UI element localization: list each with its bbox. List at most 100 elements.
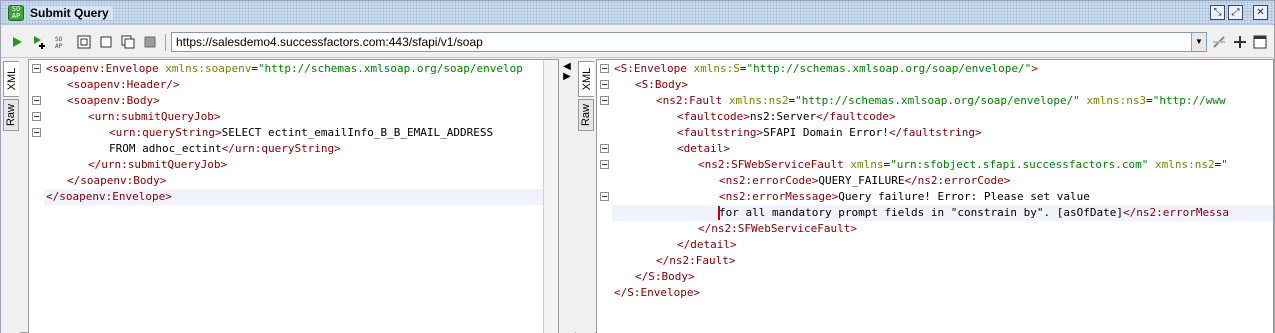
endpoint-url-input[interactable]: https://salesdemo4.successfactors.com:44… xyxy=(171,32,1207,52)
code-token: <S:Envelope xyxy=(614,62,694,75)
code-token: </urn:queryString> xyxy=(221,142,341,155)
code-line: <ns2:errorCode>QUERY_FAILURE</ns2:errorC… xyxy=(612,173,1273,189)
url-dropdown-icon[interactable]: ▼ xyxy=(1191,33,1206,51)
code-line: </urn:submitQueryJob> xyxy=(44,157,558,173)
maximize-icon[interactable] xyxy=(1253,35,1267,49)
code-token: SELECT ectint_emailInfo_B_B_EMAIL_ADDRES… xyxy=(221,126,494,139)
wsdl-icon[interactable]: SO AP xyxy=(55,35,69,49)
toolbar-separator xyxy=(165,34,166,51)
request-side-tabs: XML Raw xyxy=(1,59,20,333)
code-line: <ns2:errorMessage>Query failure! Error: … xyxy=(612,189,1273,205)
window-title: Submit Query xyxy=(30,6,113,20)
code-line: <S:Body> xyxy=(612,77,1273,93)
code-line: </detail> xyxy=(612,237,1273,253)
run-icon[interactable] xyxy=(10,35,24,49)
code-line: FROM adhoc_ectint</urn:queryString> xyxy=(44,141,558,157)
code-token: Query failure! Error: Please set value xyxy=(838,190,1090,203)
code-token: </S:Envelope> xyxy=(614,286,701,299)
code-line: </ns2:Fault> xyxy=(612,253,1273,269)
code-token: <ns2:Fault xyxy=(656,94,729,107)
code-line: for all mandatory prompt fields in "cons… xyxy=(612,205,1273,221)
fold-toggle-icon[interactable] xyxy=(600,96,609,105)
cancel-icon[interactable] xyxy=(143,35,157,49)
code-token: <urn:submitQueryJob> xyxy=(88,110,221,123)
tab-request-xml[interactable]: XML xyxy=(3,61,19,97)
code-token: xmlns xyxy=(850,158,884,171)
code-token: <faultcode> xyxy=(677,110,750,123)
tab-request-raw[interactable]: Raw xyxy=(3,99,19,131)
endpoint-settings-icon[interactable] xyxy=(1212,35,1226,49)
code-token: <ns2:errorCode> xyxy=(719,174,819,187)
code-token: </S:Body> xyxy=(635,270,695,283)
code-token: xmlns:ns2 xyxy=(1154,158,1215,171)
code-line: </soapenv:Body> xyxy=(44,173,558,189)
tab-response-raw[interactable]: Raw xyxy=(578,99,594,131)
tab-label: XML xyxy=(5,67,18,91)
detach-icon[interactable]: ⤢ xyxy=(1228,5,1243,20)
fold-toggle-icon[interactable] xyxy=(32,112,41,121)
code-line: <ns2:Fault xmlns:ns2 = "http://schemas.xml… xyxy=(612,93,1273,109)
code-line: </S:Body> xyxy=(612,269,1273,285)
code-token: xmlns:S xyxy=(693,62,740,75)
code-line: <S:Envelope xmlns:S="http://schemas.xmls… xyxy=(612,61,1273,77)
code-token: <S:Body> xyxy=(635,78,688,91)
editor-splitter[interactable]: ◀ ▶ xyxy=(559,59,575,333)
clone-icon[interactable] xyxy=(121,35,135,49)
svg-text:SO: SO xyxy=(55,36,63,43)
text-caret xyxy=(718,206,720,220)
code-token: "http://www xyxy=(1152,94,1226,107)
soap-app-icon: SO AP xyxy=(8,5,24,21)
code-token: "http://schemas.xmlsoap.org/soap/envelop… xyxy=(746,62,1032,75)
fold-toggle-icon[interactable] xyxy=(600,160,609,169)
fold-toggle-icon[interactable] xyxy=(32,96,41,105)
response-xml-editor[interactable]: <S:Envelope xmlns:S = "http://schemas.xmls… xyxy=(596,59,1274,333)
code-token: > xyxy=(1031,62,1038,75)
request-vertical-scrollbar[interactable] xyxy=(543,60,558,333)
request-settings-icon[interactable] xyxy=(77,35,91,49)
tab-response-xml[interactable]: XML xyxy=(578,61,594,97)
restore-icon[interactable]: ⤡ xyxy=(1210,5,1225,20)
add-endpoint-icon[interactable] xyxy=(1233,35,1247,49)
code-token: </soapenv:Envelope> xyxy=(46,190,172,203)
code-token: </faultstring> xyxy=(888,126,982,139)
tab-label: Raw xyxy=(5,103,17,127)
code-token: FROM adhoc_ectint xyxy=(109,142,222,155)
code-line: <soapenv:Header/> xyxy=(44,77,558,93)
stop-icon[interactable] xyxy=(99,35,113,49)
fold-toggle-icon[interactable] xyxy=(32,64,41,73)
code-token: </ns2:errorMessa xyxy=(1122,206,1229,219)
request-xml-editor[interactable]: <soapenv:Envelope xmlns:soapenv="http://… xyxy=(28,59,559,333)
svg-text:AP: AP xyxy=(55,43,63,49)
close-icon[interactable]: ✕ xyxy=(1253,5,1268,20)
code-token: = xyxy=(1146,94,1153,107)
code-token: </ns2:Fault> xyxy=(656,254,736,267)
code-token: </faultcode> xyxy=(816,110,896,123)
fold-gutter xyxy=(597,60,611,333)
code-token: </ns2:SFWebServiceFault> xyxy=(698,222,857,235)
code-token: "urn:sfobject.sfapi.successfactors.com" xyxy=(890,158,1149,171)
code-token: <faultstring> xyxy=(677,126,764,139)
fold-toggle-icon[interactable] xyxy=(32,128,41,137)
code-line: <ns2:SFWebServiceFault xmlns="urn:sfobje… xyxy=(612,157,1273,173)
tab-label: XML xyxy=(580,67,593,91)
fold-toggle-icon[interactable] xyxy=(600,80,609,89)
code-token: <ns2:SFWebServiceFault xyxy=(698,158,851,171)
code-token: </urn:submitQueryJob> xyxy=(88,158,228,171)
code-line: </ns2:SFWebServiceFault> xyxy=(612,221,1273,237)
fold-toggle-icon[interactable] xyxy=(600,64,609,73)
code-token: = xyxy=(251,62,258,75)
add-step-icon[interactable] xyxy=(33,35,47,49)
code-line: </S:Envelope> xyxy=(612,285,1273,301)
code-token: xmlns:ns2 xyxy=(728,94,789,107)
code-line: <urn:queryString>SELECT ectint_emailInfo… xyxy=(44,125,558,141)
code-token: xmlns:soapenv xyxy=(165,62,252,75)
code-token: </soapenv:Body> xyxy=(67,174,167,187)
code-line: <soapenv:Body> xyxy=(44,93,558,109)
tab-label: Raw xyxy=(580,103,592,127)
fold-toggle-icon[interactable] xyxy=(600,144,609,153)
code-line: <faultcode>ns2:Server</faultcode> xyxy=(612,109,1273,125)
code-line: </soapenv:Envelope> xyxy=(44,189,558,205)
collapse-right-icon[interactable]: ▶ xyxy=(562,72,572,82)
fold-toggle-icon[interactable] xyxy=(600,192,609,201)
